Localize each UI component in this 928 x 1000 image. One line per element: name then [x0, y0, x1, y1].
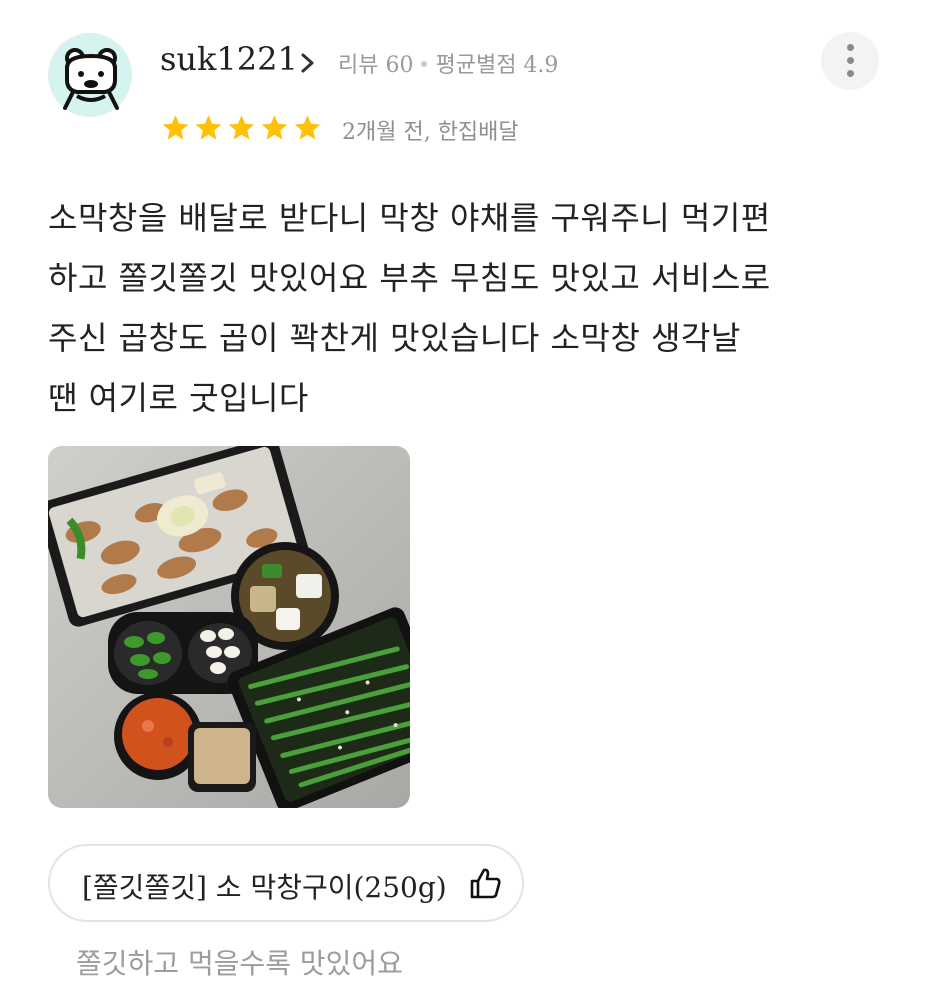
star-icon [162, 115, 189, 140]
separator-dot [421, 61, 428, 67]
more-vertical-icon [847, 44, 854, 51]
menu-item-tag[interactable]: [쫄깃쫄깃] 소 막창구이(250g) [48, 844, 524, 922]
chevron-right-icon[interactable] [300, 52, 316, 74]
review-line: 하고 쫄깃쫄깃 맛있어요 부추 무침도 맛있고 서비스로 [48, 259, 771, 297]
review-date: 2개월 전, 한집배달 [342, 120, 519, 145]
food-photo-image [48, 446, 410, 808]
star-icon [228, 115, 255, 140]
thumbs-up-icon [470, 868, 501, 899]
reviewer-stats: 리뷰 60 평균별점 4.9 [338, 47, 558, 79]
bear-face-icon [63, 48, 119, 110]
average-rating: 평균별점 4.9 [435, 53, 559, 78]
star-rating [160, 113, 323, 145]
review-line: 주신 곱창도 곱이 꽉찬게 맛있습니다 소막창 생각날 [48, 319, 741, 357]
star-icon [294, 115, 321, 140]
reviewer-username[interactable]: suk1221 [160, 40, 298, 78]
star-icon [261, 115, 288, 140]
more-vertical-dot [847, 70, 854, 77]
review-line: 땐 여기로 굿입니다 [48, 379, 309, 417]
review-line: 소막창을 배달로 받다니 막창 야채를 구워주니 먹기편 [48, 199, 771, 237]
review-body: 소막창을 배달로 받다니 막창 야채를 구워주니 먹기편 하고 쫄깃쫄깃 맛있어… [48, 188, 883, 428]
menu-item-label: [쫄깃쫄깃] 소 막창구이(250g) [82, 871, 447, 904]
avatar[interactable] [48, 33, 132, 117]
star-icon [195, 115, 222, 140]
more-options-button[interactable] [821, 32, 879, 90]
menu-item-comment: 쫄깃하고 먹을수록 맛있어요 [76, 947, 403, 980]
more-vertical-dot [847, 57, 854, 64]
review-count: 리뷰 60 [338, 53, 414, 78]
food-photo[interactable] [48, 446, 410, 808]
